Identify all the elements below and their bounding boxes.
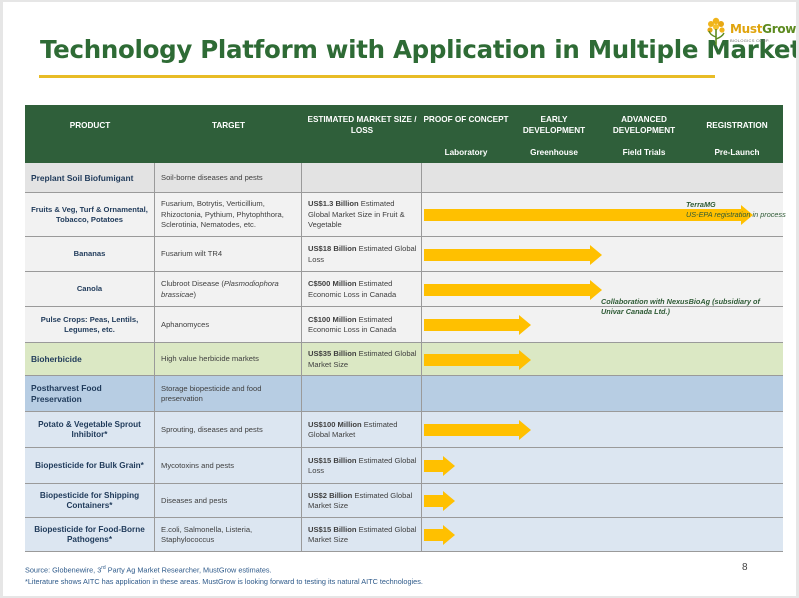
footer-literature-note: *Literature shows AITC has application i… [25,577,423,586]
row-product: Bananas [73,249,106,259]
page-title: Technology Platform with Application in … [40,35,796,64]
table-row: Potato & Vegetable Sprout Inhibitor* Spr… [25,412,783,448]
logo-wordmark: MustGrow [730,22,796,36]
mustgrow-logo: MustGrow BIOLOGICS CORP. [704,15,796,59]
row-target: Sprouting, diseases and pests [161,424,263,434]
row-product: Potato & Vegetable Sprout Inhibitor* [38,419,141,440]
table-row: Bananas Fusarium wilt TR4 US$18 Billion … [25,237,783,272]
progress-arrow [424,315,531,335]
header-stage-sub-laboratory: Laboratory [444,148,488,157]
row-target: Storage biopesticide and food preservati… [161,383,262,404]
row-market-size: US$18 Billion Estimated Global Loss [308,244,417,264]
progress-arrow [424,420,531,440]
slide: Technology Platform with Application in … [3,2,796,596]
row-target: Mycotoxins and pests [161,460,235,470]
row-market-size: C$500 Million Estimated Economic Loss in… [308,279,397,299]
row-market-size: US$35 Billion Estimated Global Market Si… [308,349,417,369]
header-stage-sub-field-trials: Field Trials [622,148,666,157]
table-row: Biopesticide for Bulk Grain* Mycotoxins … [25,448,783,484]
header-stage-sub-pre-launch: Pre-Launch [714,148,760,157]
header-product: PRODUCT [69,121,111,130]
progress-arrow [424,349,531,370]
title-underline [39,75,715,78]
progress-arrow [424,244,602,265]
terramg-title: TerraMG [686,200,716,209]
row-target: Soil-borne diseases and pests [161,172,263,182]
row-market-size: US$1.3 Billion Estimated Global Market S… [308,199,405,230]
collaboration-note: Collaboration with NexusBioAg (subsidiar… [601,297,760,316]
row-target: Fusarium, Botrytis, Verticillium, Rhizoc… [161,199,284,230]
progress-arrow [424,491,456,511]
progress-arrow [424,279,602,300]
header-market-size: ESTIMATED MARKET SIZE / LOSS [307,115,417,135]
table-row: Biopesticide for Food-Borne Pathogens* E… [25,518,783,552]
row-market-size: US$15 Billion Estimated Global Market Si… [308,524,417,545]
row-product: Biopesticide for Shipping Containers* [39,490,140,511]
header-stage-advanced-development: ADVANCED DEVELOPMENT [612,115,676,135]
header-stage-proof-of-concept: PROOF OF CONCEPT [423,115,509,124]
page-number: 8 [742,562,748,573]
row-target: High value herbicide markets [161,354,259,364]
row-target: E.coli, Salmonella, Listeria, Staphyloco… [161,524,253,545]
row-market-size: US$2 Billion Estimated Global Market Siz… [308,490,413,511]
row-product: Fruits & Veg, Turf & Ornamental, Tobacco… [31,204,148,225]
terramg-body: US-EPA registration in process [686,210,786,219]
header-stage-early-development: EARLY DEVELOPMENT [522,115,586,135]
table-row: Preplant Soil Biofumigant Soil-borne dis… [25,163,783,193]
header-stage-registration: REGISTRATION [706,121,768,130]
table-row: Bioherbicide High value herbicide market… [25,343,783,376]
row-product: Preplant Soil Biofumigant [31,172,134,183]
row-market-size: C$100 Million Estimated Economic Loss in… [308,314,397,335]
terramg-note: TerraMG US-EPA registration in process [686,200,786,220]
table-row: Postharvest Food Preservation Storage bi… [25,376,783,412]
row-target: Clubroot Disease (Plasmodiophora brassic… [161,279,279,299]
progress-arrow [424,456,456,476]
logo-brand-part2: Grow [762,22,796,36]
row-product: Biopesticide for Food-Borne Pathogens* [34,524,145,545]
footer-source: Source: Globenewire, 3rd Party Ag Market… [25,565,272,575]
row-target: Diseases and pests [161,495,228,505]
header-stage-sub-greenhouse: Greenhouse [530,148,578,157]
row-product: Canola [76,284,103,294]
table-row: Biopesticide for Shipping Containers* Di… [25,484,783,518]
row-market-size: US$100 Million Estimated Global Market [308,419,398,440]
logo-subtitle: BIOLOGICS CORP. [730,38,770,43]
table-header: PRODUCT TARGET ESTIMATED MARKET SIZE / L… [25,105,783,163]
logo-brand-part1: Must [730,22,763,36]
row-target: Fusarium wilt TR4 [161,249,223,259]
row-target: Aphanomyces [161,319,210,329]
row-product: Pulse Crops: Peas, Lentils, Legumes, etc… [40,314,139,335]
mustard-flower-icon [707,17,725,45]
row-market-size: US$15 Billion Estimated Global Loss [308,455,417,476]
header-target: TARGET [211,121,246,130]
row-product: Biopesticide for Bulk Grain* [35,460,144,470]
row-product: Postharvest Food Preservation [31,383,102,404]
progress-arrow [424,525,456,545]
row-product: Bioherbicide [31,354,82,364]
